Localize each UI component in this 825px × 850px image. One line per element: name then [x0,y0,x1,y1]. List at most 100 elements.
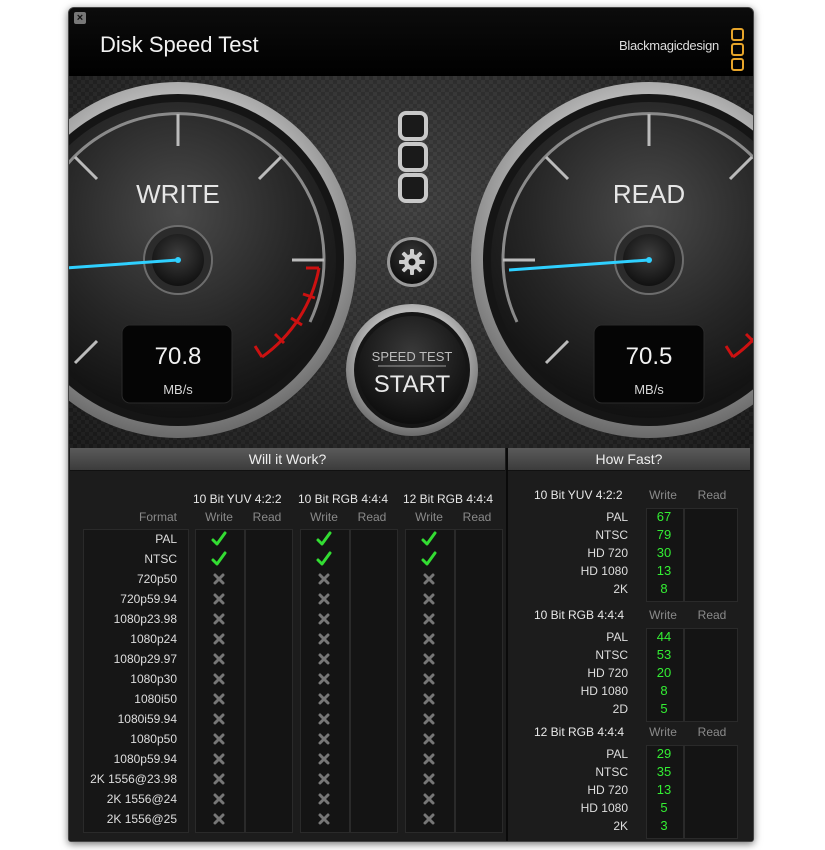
speed-write-value: 5 [660,800,668,815]
cross-icon [210,810,228,828]
cross-icon [315,570,333,588]
speed-write-value: 44 [656,629,672,644]
speed-format-label: 2K [613,819,628,833]
speed-write-value: 67 [656,509,672,524]
speed-write-value: 3 [660,818,668,833]
cross-icon [315,590,333,608]
speed-write-value: 53 [656,647,672,662]
gauges: WRITE 70.8 MB/s READ 70.5 MB/s SPEED TES… [69,82,753,438]
speed-read-header: Read [697,725,727,739]
speed-write-value: 13 [656,782,672,797]
start-button[interactable]: SPEED TEST START [346,304,478,436]
speed-format-label: NTSC [595,765,628,779]
speed-write-value: 13 [656,563,672,578]
cross-icon [315,790,333,808]
read-value: 70.5 [626,343,673,370]
format-label: 2K 1556@25 [106,812,177,826]
speed-write-value: 8 [660,683,668,698]
cross-icon [210,710,228,728]
speed-format-label: HD 1080 [580,801,628,815]
speed-write-header: Write [649,608,677,622]
cross-icon [420,650,438,668]
speed-write-value: 8 [660,581,668,596]
read-gauge: READ 70.5 MB/s [471,82,753,438]
speed-read-header: Read [697,608,727,622]
cross-icon [315,770,333,788]
format-label: 1080p50 [130,732,177,746]
cross-icon [315,810,333,828]
cross-icon [315,750,333,768]
format-label: 720p50 [136,572,177,586]
cross-icon [210,670,228,688]
speed-format-label: 2D [612,702,628,716]
will-write-header: Write [310,510,338,524]
cross-icon [420,690,438,708]
will-write-header: Write [205,510,233,524]
speed-write-value: 5 [660,701,668,716]
read-gauge-label: READ [613,179,685,209]
speed-group-header: 12 Bit RGB 4:4:4 [534,725,625,739]
cross-icon [420,710,438,728]
cross-icon [315,710,333,728]
cross-icon [420,590,438,608]
speed-group-header: 10 Bit YUV 4:2:2 [534,488,623,502]
check-icon [210,550,228,568]
check-icon [420,550,438,568]
format-label: NTSC [144,552,177,566]
format-label: 1080i59.94 [117,712,177,726]
cross-icon [420,790,438,808]
will-read-column [245,529,293,833]
will-read-header: Read [357,510,387,524]
speed-format-label: NTSC [595,528,628,542]
cross-icon [420,610,438,628]
check-icon [315,550,333,568]
will-group-header: 12 Bit RGB 4:4:4 [403,492,494,506]
start-button-label: START [374,371,451,398]
results-panel: Will it Work? How Fast? Format 10 Bit YUV… [69,448,753,841]
format-label: 1080p59.94 [113,752,177,766]
speed-write-header: Write [649,488,677,502]
panel-divider [506,448,508,841]
format-label: 2K 1556@24 [106,792,177,806]
speed-format-label: HD 1080 [580,564,628,578]
format-label: 1080p24 [130,632,177,646]
speed-read-header: Read [697,488,727,502]
speed-write-value: 35 [656,764,672,779]
cross-icon [315,730,333,748]
speed-format-label: HD 720 [587,783,628,797]
speed-write-value: 30 [656,545,672,560]
will-read-header: Read [462,510,492,524]
speed-format-label: 2K [613,582,628,596]
will-read-column [350,529,398,833]
format-label: 1080p30 [130,672,177,686]
write-value: 70.8 [155,343,202,370]
check-icon [420,530,438,548]
center-logo-icon [398,111,428,203]
cross-icon [420,730,438,748]
read-unit: MB/s [634,382,664,397]
speed-format-label: PAL [606,630,628,644]
speed-format-label: HD 720 [587,546,628,560]
speed-group-header: 10 Bit RGB 4:4:4 [534,608,625,622]
format-label: 1080p23.98 [113,612,177,626]
will-read-column [455,529,503,833]
start-button-caption: SPEED TEST [372,349,453,364]
cross-icon [210,610,228,628]
speed-write-value: 29 [656,746,672,761]
cross-icon [210,570,228,588]
speed-format-label: HD 1080 [580,684,628,698]
cross-icon [420,670,438,688]
cross-icon [315,610,333,628]
cross-icon [420,630,438,648]
cross-icon [210,590,228,608]
cross-icon [420,750,438,768]
speed-write-value: 79 [656,527,672,542]
speed-format-label: NTSC [595,648,628,662]
write-gauge: WRITE 70.8 MB/s [69,82,356,438]
format-label: 2K 1556@23.98 [90,772,177,786]
cross-icon [210,770,228,788]
cross-icon [210,790,228,808]
settings-button[interactable] [387,237,437,287]
check-icon [315,530,333,548]
app-window: × Disk Speed Test Blackmagicdesign WRITE… [68,7,754,842]
